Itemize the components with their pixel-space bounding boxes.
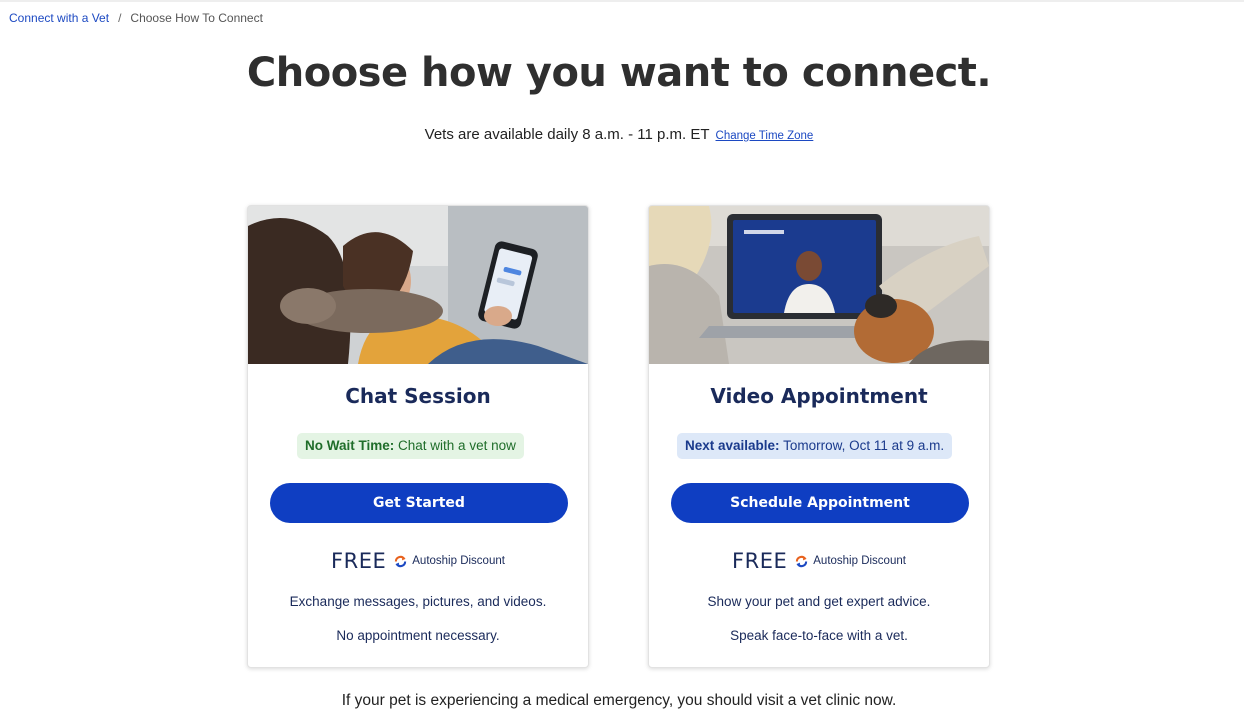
autoship-discount-label: Autoship Discount xyxy=(813,555,906,567)
autoship-discount: Autoship Discount xyxy=(795,555,906,568)
breadcrumb: Connect with a Vet / Choose How To Conne… xyxy=(9,11,263,25)
status-label: No Wait Time: xyxy=(305,438,395,453)
price-row: FREE Autoship Discount xyxy=(248,549,588,573)
chat-session-card: Chat Session No Wait Time: Chat with a v… xyxy=(247,205,589,668)
availability-line: Vets are available daily 8 a.m. - 11 p.m… xyxy=(0,126,1238,143)
no-wait-time-badge: No Wait Time: Chat with a vet now xyxy=(297,433,524,459)
autoship-discount: Autoship Discount xyxy=(394,555,505,568)
price-label: FREE xyxy=(331,549,387,573)
breadcrumb-link-connect-with-a-vet[interactable]: Connect with a Vet xyxy=(9,11,109,25)
chat-session-image xyxy=(248,206,588,364)
video-description-1: Show your pet and get expert advice. xyxy=(707,594,931,609)
chat-description-2: No appointment necessary. xyxy=(336,628,500,643)
video-appointment-image xyxy=(649,206,989,364)
autoship-refresh-icon xyxy=(395,555,407,567)
emergency-note: If your pet is experiencing a medical em… xyxy=(341,692,897,709)
video-description-2: Speak face-to-face with a vet. xyxy=(730,628,908,643)
autoship-discount-label: Autoship Discount xyxy=(412,555,505,567)
status-value: Tomorrow, Oct 11 at 9 a.m. xyxy=(783,438,945,453)
breadcrumb-current: Choose How To Connect xyxy=(130,11,263,25)
autoship-refresh-icon xyxy=(796,555,808,567)
availability-text: Vets are available daily 8 a.m. - 11 p.m… xyxy=(424,126,710,143)
video-appointment-title: Video Appointment xyxy=(710,384,928,408)
top-border xyxy=(0,0,1244,2)
chat-session-title: Chat Session xyxy=(345,384,491,408)
price-row: FREE Autoship Discount xyxy=(649,549,989,573)
status-label: Next available: xyxy=(685,438,780,453)
price-label: FREE xyxy=(732,549,788,573)
page-title: Choose how you want to connect. xyxy=(246,50,992,96)
status-value: Chat with a vet now xyxy=(398,438,516,453)
next-available-badge: Next available: Tomorrow, Oct 11 at 9 a.… xyxy=(677,433,953,459)
schedule-appointment-button[interactable]: Schedule Appointment xyxy=(671,483,969,523)
get-started-button[interactable]: Get Started xyxy=(270,483,568,523)
chat-description-1: Exchange messages, pictures, and videos. xyxy=(289,594,547,609)
change-time-zone-link[interactable]: Change Time Zone xyxy=(716,130,814,142)
video-appointment-card: Video Appointment Next available: Tomorr… xyxy=(648,205,990,668)
breadcrumb-separator: / xyxy=(118,11,122,25)
